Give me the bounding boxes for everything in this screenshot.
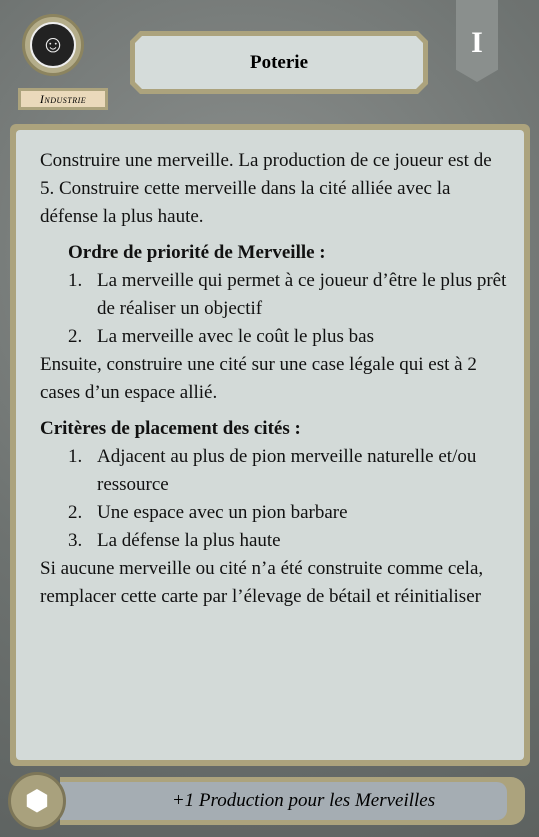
- intro-text: Construire une merveille. La production …: [40, 150, 492, 227]
- card-title: Poterie: [135, 36, 423, 89]
- card-text: Construire une merveille. La production …: [40, 147, 510, 611]
- production-cube-icon: ⬢: [8, 772, 66, 830]
- then-text: Ensuite, construire une cité sur une cas…: [40, 354, 477, 403]
- wonder-priority-heading: Ordre de priorité de Merveille :: [68, 242, 326, 263]
- list-item: 3. La défense la plus haute: [68, 527, 510, 555]
- category-label: Industrie: [18, 88, 108, 110]
- list-item-text: La merveille avec le coût le plus bas: [97, 326, 374, 347]
- list-item: 2. Une espace avec un pion barbare: [68, 499, 510, 527]
- list-item-text: La merveille qui permet à ce joueur d’êt…: [97, 270, 507, 319]
- fallback-text: Si aucune merveille ou cité n’a été cons…: [40, 558, 484, 607]
- industry-emblem-icon: ☺: [22, 14, 84, 76]
- level-value: I: [471, 26, 483, 59]
- list-item-text: Adjacent au plus de pion merveille natur…: [97, 446, 477, 495]
- list-item: 1. Adjacent au plus de pion merveille nat…: [68, 443, 510, 499]
- list-item-text: La défense la plus haute: [97, 530, 281, 551]
- list-item-text: Une espace avec un pion barbare: [97, 502, 348, 523]
- title-box: Poterie: [130, 31, 428, 94]
- list-item: 2. La merveille avec le coût le plus bas: [68, 323, 510, 351]
- bonus-bar: +1 Production pour les Merveilles: [60, 777, 525, 825]
- city-criteria-heading: Critères de placement des cités :: [40, 418, 301, 439]
- bonus-text: +1 Production pour les Merveilles: [60, 782, 507, 820]
- level-banner: I: [456, 0, 498, 82]
- list-item: 1. La merveille qui permet à ce joueur d’…: [68, 267, 510, 323]
